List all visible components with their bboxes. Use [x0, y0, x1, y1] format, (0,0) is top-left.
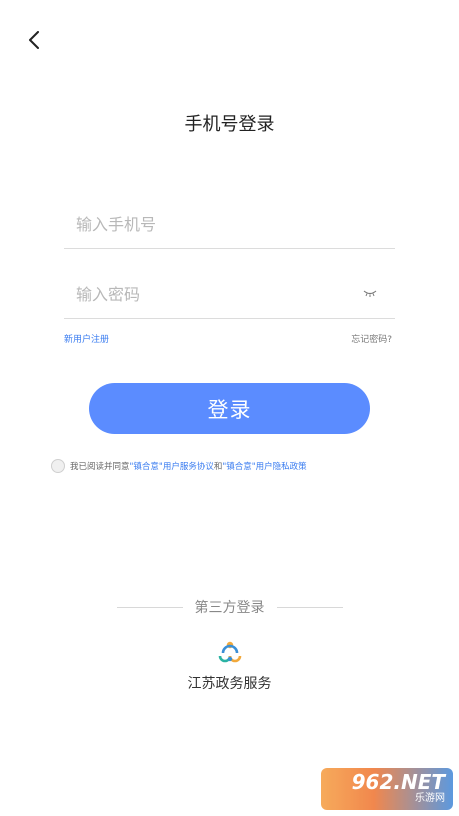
- privacy-policy-link[interactable]: "镇合意"用户隐私政策: [222, 460, 306, 472]
- jiangsu-gov-logo-icon: [218, 641, 241, 663]
- chevron-left-icon: [29, 31, 39, 49]
- agreement-prefix: 我已阅读并同意: [70, 462, 130, 472]
- watermark-logo: 962.NET 乐游网: [321, 768, 453, 810]
- back-button[interactable]: [20, 26, 48, 54]
- eye-closed-icon[interactable]: [363, 288, 377, 298]
- forgot-password-link[interactable]: 忘记密码?: [351, 332, 392, 345]
- page-title: 手机号登录: [184, 114, 275, 135]
- account-links: 新用户注册 忘记密码?: [64, 332, 392, 345]
- divider-right: [276, 606, 343, 608]
- phone-field: [64, 204, 395, 249]
- watermark-bottom-text: 乐游网: [415, 793, 445, 804]
- login-button[interactable]: 登录: [89, 383, 370, 434]
- register-link[interactable]: 新用户注册: [64, 332, 109, 345]
- third-party-title: 第三方登录: [194, 600, 265, 616]
- agreement-and: 和: [213, 462, 223, 472]
- agreement-checkbox[interactable]: [51, 459, 65, 473]
- provider-jiangsu-gov[interactable]: 江苏政务服务: [0, 641, 459, 693]
- service-agreement-link[interactable]: "镇合意"用户服务协议: [130, 460, 214, 472]
- watermark-top-text: 962.NET: [351, 770, 445, 794]
- provider-name: 江苏政务服务: [187, 676, 272, 692]
- divider-left: [116, 606, 183, 608]
- third-party-header: 第三方登录: [0, 597, 459, 617]
- agreement-row: 我已阅读并同意 "镇合意"用户服务协议 和 "镇合意"用户隐私政策: [51, 459, 307, 473]
- password-field: [64, 274, 395, 319]
- phone-input[interactable]: [64, 204, 356, 244]
- password-input[interactable]: [64, 274, 356, 314]
